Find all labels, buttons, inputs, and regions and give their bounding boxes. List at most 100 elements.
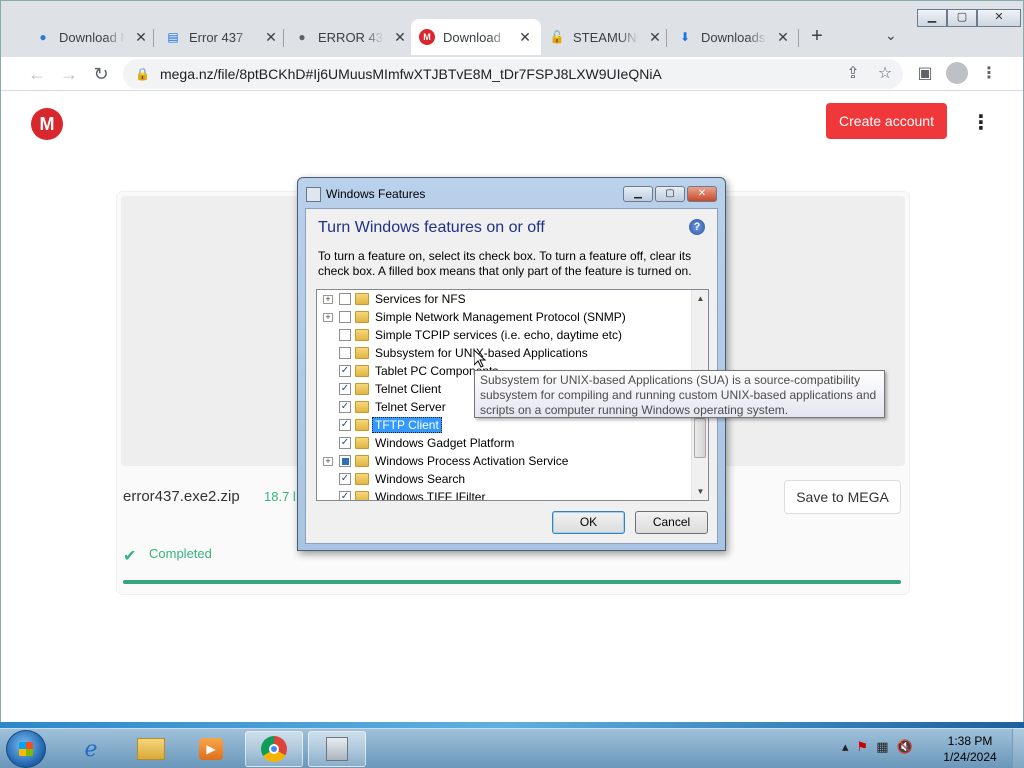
minimize-button[interactable]: ▁ (917, 9, 947, 27)
tab-error-437-caps[interactable]: ● ERROR 437 ✕ (286, 21, 416, 53)
help-icon[interactable]: ? (689, 219, 705, 235)
tab-label: Error 437 (189, 29, 244, 45)
feature-label: Telnet Server (375, 400, 446, 414)
action-center-flag-icon[interactable]: ⚑ (857, 739, 869, 755)
feature-checkbox[interactable] (339, 329, 351, 341)
tab-download-m[interactable]: ● Download M ✕ (27, 21, 157, 53)
show-hidden-icons-icon[interactable]: ▴ (842, 739, 849, 755)
close-icon[interactable]: ✕ (392, 29, 408, 46)
folder-icon (355, 347, 369, 359)
lock-icon: 🔒 (135, 67, 150, 81)
dialog-minimize-button[interactable]: ▁ (623, 186, 653, 202)
feature-checkbox[interactable]: ✓ (339, 365, 351, 377)
save-to-mega-button[interactable]: Save to MEGA (784, 480, 901, 514)
windows-features-dialog: Windows Features ▁ ▢ ✕ Turn Windows feat… (297, 177, 726, 551)
check-icon: ✔ (123, 548, 137, 565)
feature-checkbox[interactable]: ✓ (339, 401, 351, 413)
dialog-heading: Turn Windows features on or off (318, 219, 545, 236)
create-account-button[interactable]: Create account (826, 103, 947, 139)
feature-checkbox[interactable] (339, 455, 351, 467)
feature-checkbox[interactable] (339, 311, 351, 323)
reload-button[interactable]: ↻ (89, 62, 113, 86)
feature-checkbox[interactable]: ✓ (339, 383, 351, 395)
feature-row[interactable]: ✓ Windows TIFF IFilter (317, 488, 692, 501)
bookmark-star-icon[interactable]: ☆ (873, 62, 897, 86)
scroll-thumb[interactable] (694, 418, 706, 458)
control-panel-icon[interactable] (308, 731, 366, 767)
media-player-icon[interactable]: ▶ (182, 731, 240, 767)
mouse-cursor-icon (474, 350, 486, 368)
folder-icon (355, 329, 369, 341)
feature-row[interactable]: Simple TCPIP services (i.e. echo, daytim… (317, 326, 692, 344)
close-window-button[interactable]: ✕ (977, 9, 1021, 27)
feature-row[interactable]: + Simple Network Management Protocol (SNM… (317, 308, 692, 326)
scroll-down-arrow-icon[interactable]: ▼ (692, 483, 708, 500)
feature-checkbox[interactable]: ✓ (339, 437, 351, 449)
folder-icon (355, 491, 369, 500)
expand-plus-icon[interactable]: + (323, 456, 333, 466)
dialog-maximize-button[interactable]: ▢ (655, 186, 685, 202)
feature-label: TFTP Client (372, 417, 442, 433)
profile-avatar[interactable] (946, 62, 968, 84)
chrome-icon[interactable] (245, 731, 303, 767)
feature-checkbox[interactable]: ✓ (339, 491, 351, 500)
feature-row[interactable]: ✓ Windows Search (317, 470, 692, 488)
feature-row[interactable]: + Services for NFS (317, 290, 692, 308)
steamunlocked-icon: 🔓 (549, 30, 565, 44)
tab-steamunlocked[interactable]: 🔓 STEAMUNL ✕ (541, 21, 671, 53)
mega-logo[interactable]: M (31, 108, 63, 140)
close-icon[interactable]: ✕ (517, 29, 533, 46)
system-clock[interactable]: 1:38 PM 1/24/2024 (940, 733, 1000, 765)
browser-menu-button[interactable]: ⋮ (977, 62, 1001, 86)
tab-label: ERROR 437 (318, 29, 384, 45)
start-button[interactable] (6, 730, 46, 768)
feature-label: Windows TIFF IFilter (375, 490, 486, 501)
close-icon[interactable]: ✕ (133, 29, 149, 46)
folder-icon (355, 419, 369, 431)
folder-icon (355, 437, 369, 449)
show-desktop-button[interactable] (1012, 729, 1024, 768)
feature-row[interactable]: Subsystem for UNIX-based Applications (317, 344, 692, 362)
feature-checkbox[interactable]: ✓ (339, 419, 351, 431)
download-progress-bar (123, 580, 901, 584)
cancel-button[interactable]: Cancel (635, 511, 708, 534)
close-icon[interactable]: ✕ (263, 29, 279, 46)
network-icon[interactable]: ▦ (876, 739, 888, 755)
expand-plus-icon[interactable]: + (323, 312, 333, 322)
tab-label: Downloads (701, 29, 766, 45)
tab-error-437[interactable]: ▤ Error 437 ✕ (157, 21, 287, 53)
feature-label: Windows Gadget Platform (375, 436, 515, 450)
feature-checkbox[interactable] (339, 293, 351, 305)
browser-toolbar: ← → ↻ 🔒 mega.nz/file/8ptBCKhD#Ij6UMuusMI… (1, 57, 1023, 91)
back-button[interactable]: ← (25, 62, 49, 86)
expand-plus-icon[interactable]: + (323, 294, 333, 304)
ok-button[interactable]: OK (552, 511, 625, 534)
page-menu-button[interactable]: ⋮ (971, 110, 991, 135)
dialog-close-button[interactable]: ✕ (687, 186, 717, 202)
share-icon[interactable]: ⇪ (841, 62, 865, 86)
tab-separator (666, 29, 667, 47)
address-bar[interactable]: 🔒 mega.nz/file/8ptBCKhD#Ij6UMuusMImfwXTJ… (123, 59, 903, 89)
side-panel-icon[interactable]: ▣ (913, 62, 937, 86)
system-tray: ▴ ⚑ ▦ 🔇 (842, 739, 913, 755)
volume-muted-icon[interactable]: 🔇 (896, 739, 912, 755)
feature-checkbox[interactable] (339, 347, 351, 359)
tab-download-active[interactable]: M Download ✕ (411, 19, 541, 55)
globe-icon: ● (39, 30, 47, 44)
feature-row[interactable]: ✓ TFTP Client (317, 416, 692, 434)
feature-row[interactable]: + Windows Process Activation Service (317, 452, 692, 470)
feature-checkbox[interactable]: ✓ (339, 473, 351, 485)
new-tab-button[interactable]: + (807, 25, 827, 48)
tab-search-button[interactable]: ⌄ (885, 27, 897, 44)
feature-row[interactable]: ✓ Windows Gadget Platform (317, 434, 692, 452)
close-icon[interactable]: ✕ (775, 29, 791, 46)
maximize-button[interactable]: ▢ (947, 9, 977, 27)
dialog-title: Windows Features (326, 187, 426, 201)
scroll-up-arrow-icon[interactable]: ▲ (692, 290, 708, 307)
tab-separator (798, 29, 799, 47)
tab-downloads[interactable]: ⬇ Downloads ✕ (669, 21, 799, 53)
internet-explorer-icon[interactable]: ℯ (62, 731, 120, 767)
close-icon[interactable]: ✕ (647, 29, 663, 46)
forward-button[interactable]: → (57, 62, 81, 86)
file-explorer-icon[interactable] (122, 731, 180, 767)
